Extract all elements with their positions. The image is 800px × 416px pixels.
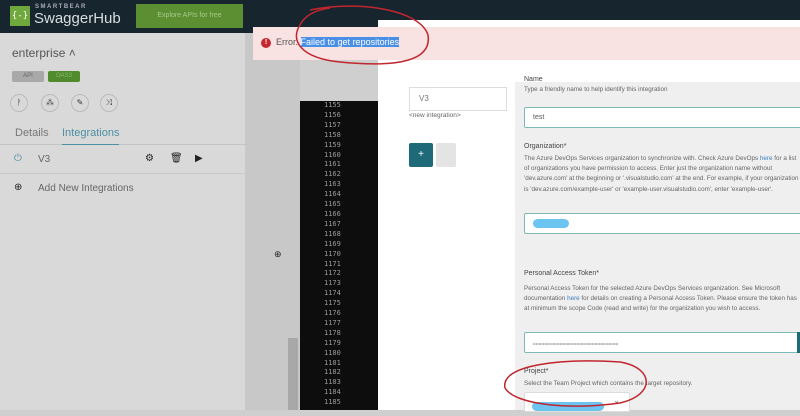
red-annotation-circles — [295, 5, 647, 407]
